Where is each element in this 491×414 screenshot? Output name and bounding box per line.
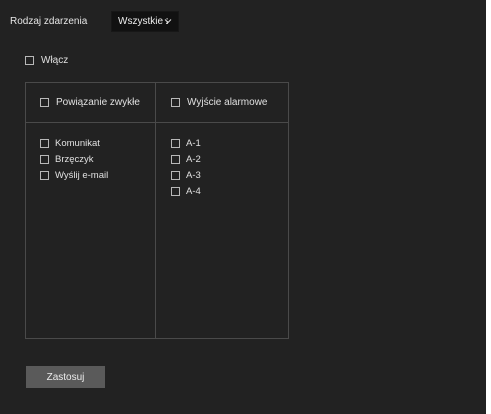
alarm-a3-label: A-3 xyxy=(186,170,201,181)
normal-linkage-header[interactable]: Powiązanie zwykłe xyxy=(40,97,140,108)
event-type-select[interactable]: Wszystkie zdarzenia xyxy=(111,11,179,32)
list-item[interactable]: A-1 xyxy=(171,138,201,149)
alarm-a1-label: A-1 xyxy=(186,138,201,149)
header-divider xyxy=(25,122,289,123)
list-item[interactable]: Komunikat xyxy=(40,138,100,149)
alarm-a1-checkbox[interactable] xyxy=(171,139,180,148)
normal-linkage-label: Powiązanie zwykłe xyxy=(56,97,140,108)
buzzer-label: Brzęczyk xyxy=(55,154,94,165)
alarm-a3-checkbox[interactable] xyxy=(171,171,180,180)
alarm-output-label: Wyjście alarmowe xyxy=(187,97,268,108)
list-item[interactable]: A-4 xyxy=(171,186,201,197)
buzzer-checkbox[interactable] xyxy=(40,155,49,164)
alarm-a4-label: A-4 xyxy=(186,186,201,197)
apply-button[interactable]: Zastosuj xyxy=(26,366,105,388)
enable-row[interactable]: Włącz xyxy=(25,55,68,66)
alarm-a2-label: A-2 xyxy=(186,154,201,165)
list-item[interactable]: A-2 xyxy=(171,154,201,165)
linkage-table xyxy=(25,82,289,339)
message-checkbox[interactable] xyxy=(40,139,49,148)
alarm-a2-checkbox[interactable] xyxy=(171,155,180,164)
normal-linkage-checkbox[interactable] xyxy=(40,98,49,107)
message-label: Komunikat xyxy=(55,138,100,149)
enable-label: Włącz xyxy=(41,55,69,66)
alarm-a4-checkbox[interactable] xyxy=(171,187,180,196)
send-email-checkbox[interactable] xyxy=(40,171,49,180)
event-type-label: Rodzaj zdarzenia xyxy=(10,15,88,27)
alarm-output-header[interactable]: Wyjście alarmowe xyxy=(171,97,267,108)
event-type-value: Wszystkie zdarzenia xyxy=(118,16,168,27)
list-item[interactable]: A-3 xyxy=(171,170,201,181)
enable-checkbox[interactable] xyxy=(25,56,34,65)
list-item[interactable]: Wyślij e-mail xyxy=(40,170,108,181)
chevron-down-icon xyxy=(164,19,172,24)
column-divider xyxy=(155,82,156,339)
event-type-row: Rodzaj zdarzenia xyxy=(10,11,87,31)
list-item[interactable]: Brzęczyk xyxy=(40,154,94,165)
send-email-label: Wyślij e-mail xyxy=(55,170,109,181)
alarm-output-checkbox[interactable] xyxy=(171,98,180,107)
linkage-settings-panel: Rodzaj zdarzenia Wszystkie zdarzenia Włą… xyxy=(0,0,486,414)
